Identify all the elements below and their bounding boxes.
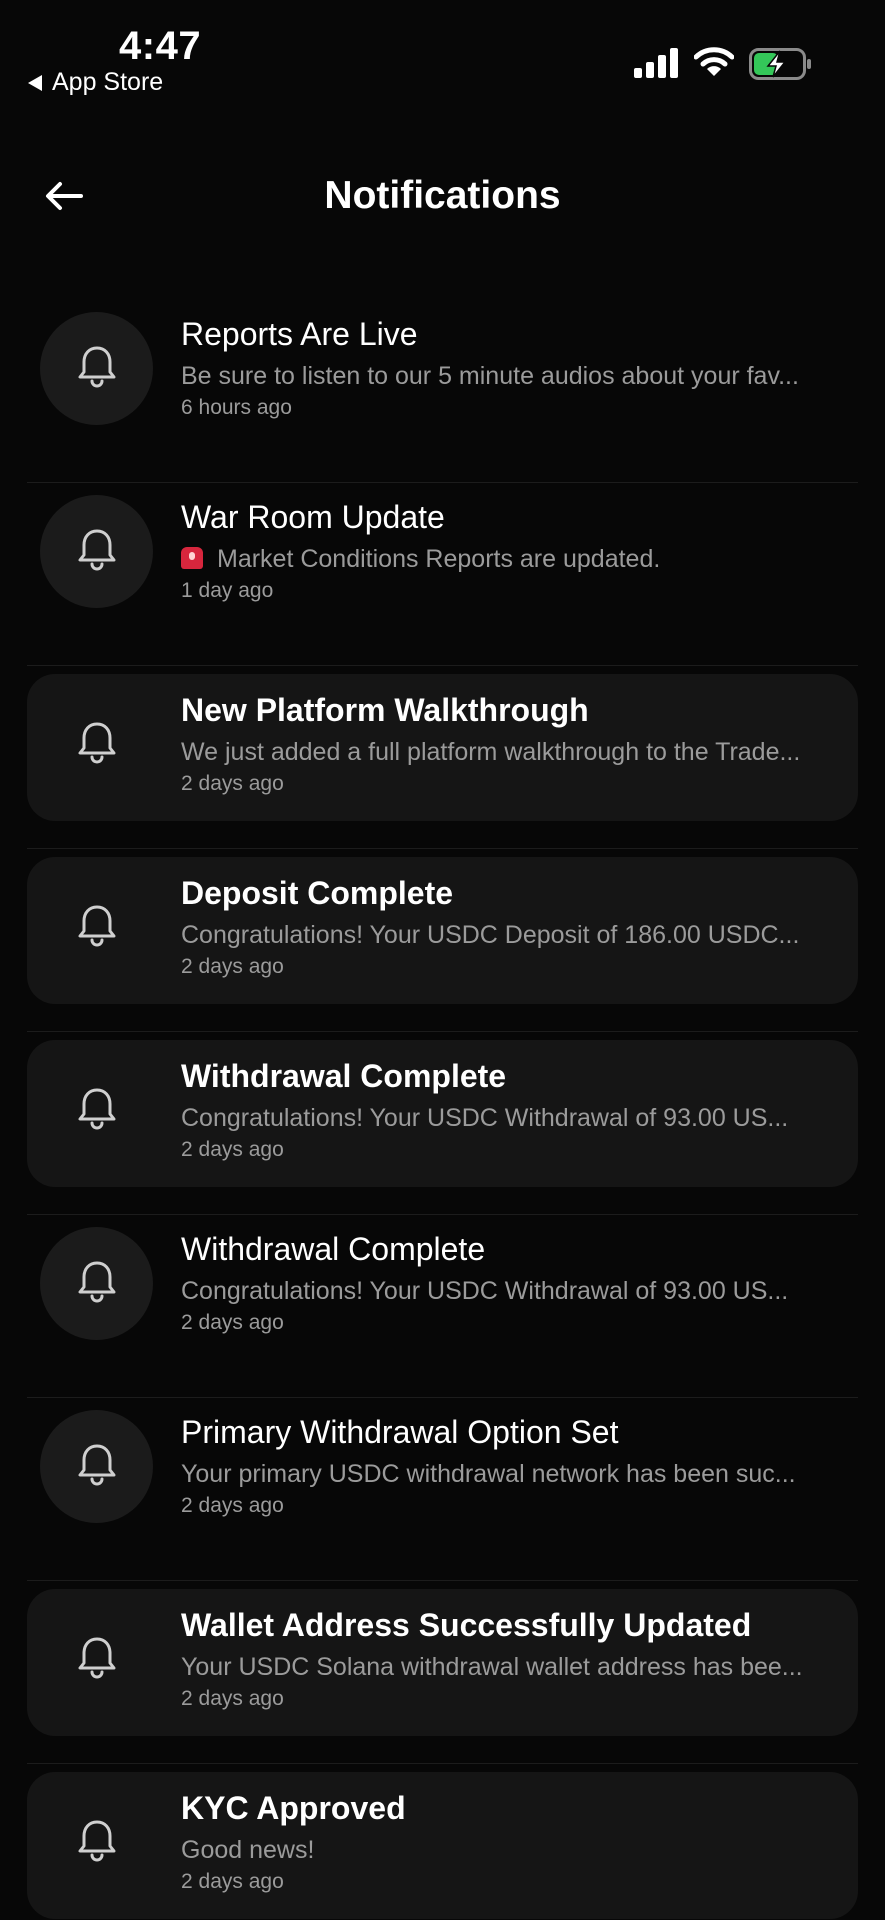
notification-item[interactable]: Reports Are Live Be sure to listen to our… <box>27 300 858 483</box>
notification-body-row: Your primary USDC withdrawal network has… <box>181 1458 840 1490</box>
notification-text: KYC Approved Good news! 2 days ago <box>181 1788 840 1895</box>
notification-body: Your primary USDC withdrawal network has… <box>181 1460 796 1488</box>
header: Notifications <box>0 150 885 240</box>
bell-icon-container <box>40 1227 153 1340</box>
notification-time: 2 days ago <box>181 1138 284 1161</box>
notification-text: Reports Are Live Be sure to listen to our… <box>181 314 840 421</box>
signal-icon <box>634 48 678 78</box>
notification-list: Reports Are Live Be sure to listen to our… <box>27 300 858 1920</box>
bell-icon-container <box>40 312 153 425</box>
notification-text: Primary Withdrawal Option Set Your primar… <box>181 1412 840 1519</box>
notification-title: Deposit Complete <box>181 875 454 911</box>
notification-body: Your USDC Solana withdrawal wallet addre… <box>181 1653 803 1681</box>
notification-time: 2 days ago <box>181 1687 284 1710</box>
notification-time: 2 days ago <box>181 1494 284 1517</box>
notification-body: Good news! <box>181 1836 315 1864</box>
notification-title: Wallet Address Successfully Updated <box>181 1607 752 1643</box>
notification-body: Market Conditions Reports are updated. <box>217 545 661 573</box>
notification-body-row: Your USDC Solana withdrawal wallet addre… <box>181 1651 840 1683</box>
notification-body: Be sure to listen to our 5 minute audios… <box>181 362 799 390</box>
notification-time: 2 days ago <box>181 1311 284 1334</box>
notification-item[interactable]: Wallet Address Successfully Updated Your … <box>27 1581 858 1764</box>
notification-body-row: Congratulations! Your USDC Deposit of 18… <box>181 919 840 951</box>
notification-time: 6 hours ago <box>181 396 292 419</box>
notification-body: Congratulations! Your USDC Withdrawal of… <box>181 1277 789 1305</box>
bell-icon-container <box>40 1603 153 1716</box>
bell-icon <box>75 719 119 770</box>
back-to-app-link[interactable]: App Store <box>28 68 163 97</box>
notification-item[interactable]: Withdrawal Complete Congratulations! Your… <box>27 1032 858 1215</box>
notification-item[interactable]: New Platform Walkthrough We just added a … <box>27 666 858 849</box>
status-bar: 4:47 App Store <box>0 0 885 110</box>
bell-icon <box>75 1817 119 1868</box>
notification-item[interactable]: Primary Withdrawal Option Set Your primar… <box>27 1398 858 1581</box>
notification-body: Congratulations! Your USDC Deposit of 18… <box>181 921 800 949</box>
notification-title: New Platform Walkthrough <box>181 692 589 728</box>
notification-time: 1 day ago <box>181 579 274 602</box>
bell-icon <box>75 1441 119 1492</box>
bell-icon-container <box>40 688 153 801</box>
clock: 4:47 <box>119 24 202 68</box>
notifications-screen: 4:47 App Store Notifications Reports Are… <box>0 0 885 1920</box>
back-app-label: App Store <box>52 68 164 96</box>
notification-text: Withdrawal Complete Congratulations! Your… <box>181 1229 840 1336</box>
notification-title: Withdrawal Complete <box>181 1058 507 1094</box>
bell-icon <box>75 1258 119 1309</box>
wifi-icon <box>694 47 734 76</box>
bell-icon <box>75 902 119 953</box>
notification-text: New Platform Walkthrough We just added a … <box>181 690 840 797</box>
notification-body-row: We just added a full platform walkthroug… <box>181 736 840 768</box>
notification-item[interactable]: War Room Update Market Conditions Reports… <box>27 483 858 666</box>
notification-body-row: Market Conditions Reports are updated. <box>181 543 840 575</box>
notification-body-row: Be sure to listen to our 5 minute audios… <box>181 360 840 392</box>
notification-text: War Room Update Market Conditions Reports… <box>181 497 840 604</box>
notification-body-row: Good news! <box>181 1834 840 1866</box>
notification-title: KYC Approved <box>181 1790 406 1826</box>
bell-icon-container <box>40 871 153 984</box>
siren-icon <box>181 547 203 569</box>
notification-body-row: Congratulations! Your USDC Withdrawal of… <box>181 1102 840 1134</box>
back-triangle-icon <box>28 74 42 91</box>
bell-icon-container <box>40 1410 153 1523</box>
bell-icon-container <box>40 495 153 608</box>
notification-text: Withdrawal Complete Congratulations! Your… <box>181 1056 840 1163</box>
notification-title: Reports Are Live <box>181 316 418 352</box>
notification-body-row: Congratulations! Your USDC Withdrawal of… <box>181 1275 840 1307</box>
notification-time: 2 days ago <box>181 955 284 978</box>
bell-icon-container <box>40 1786 153 1899</box>
bell-icon <box>75 1085 119 1136</box>
notification-text: Deposit Complete Congratulations! Your US… <box>181 873 840 980</box>
notification-body: Congratulations! Your USDC Withdrawal of… <box>181 1104 789 1132</box>
notification-item[interactable]: KYC Approved Good news! 2 days ago <box>27 1764 858 1920</box>
bell-icon-container <box>40 1054 153 1167</box>
notification-time: 2 days ago <box>181 772 284 795</box>
bell-icon <box>75 526 119 577</box>
notification-item[interactable]: Withdrawal Complete Congratulations! Your… <box>27 1215 858 1398</box>
notification-time: 2 days ago <box>181 1870 284 1893</box>
battery-charging-icon <box>749 48 811 80</box>
bell-icon <box>75 343 119 394</box>
notification-title: Withdrawal Complete <box>181 1231 486 1267</box>
notification-body: We just added a full platform walkthroug… <box>181 738 801 766</box>
notification-text: Wallet Address Successfully Updated Your … <box>181 1605 840 1712</box>
notification-item[interactable]: Deposit Complete Congratulations! Your US… <box>27 849 858 1032</box>
notification-title: War Room Update <box>181 499 445 535</box>
page-title: Notifications <box>324 174 561 217</box>
notification-title: Primary Withdrawal Option Set <box>181 1414 619 1450</box>
bell-icon <box>75 1634 119 1685</box>
